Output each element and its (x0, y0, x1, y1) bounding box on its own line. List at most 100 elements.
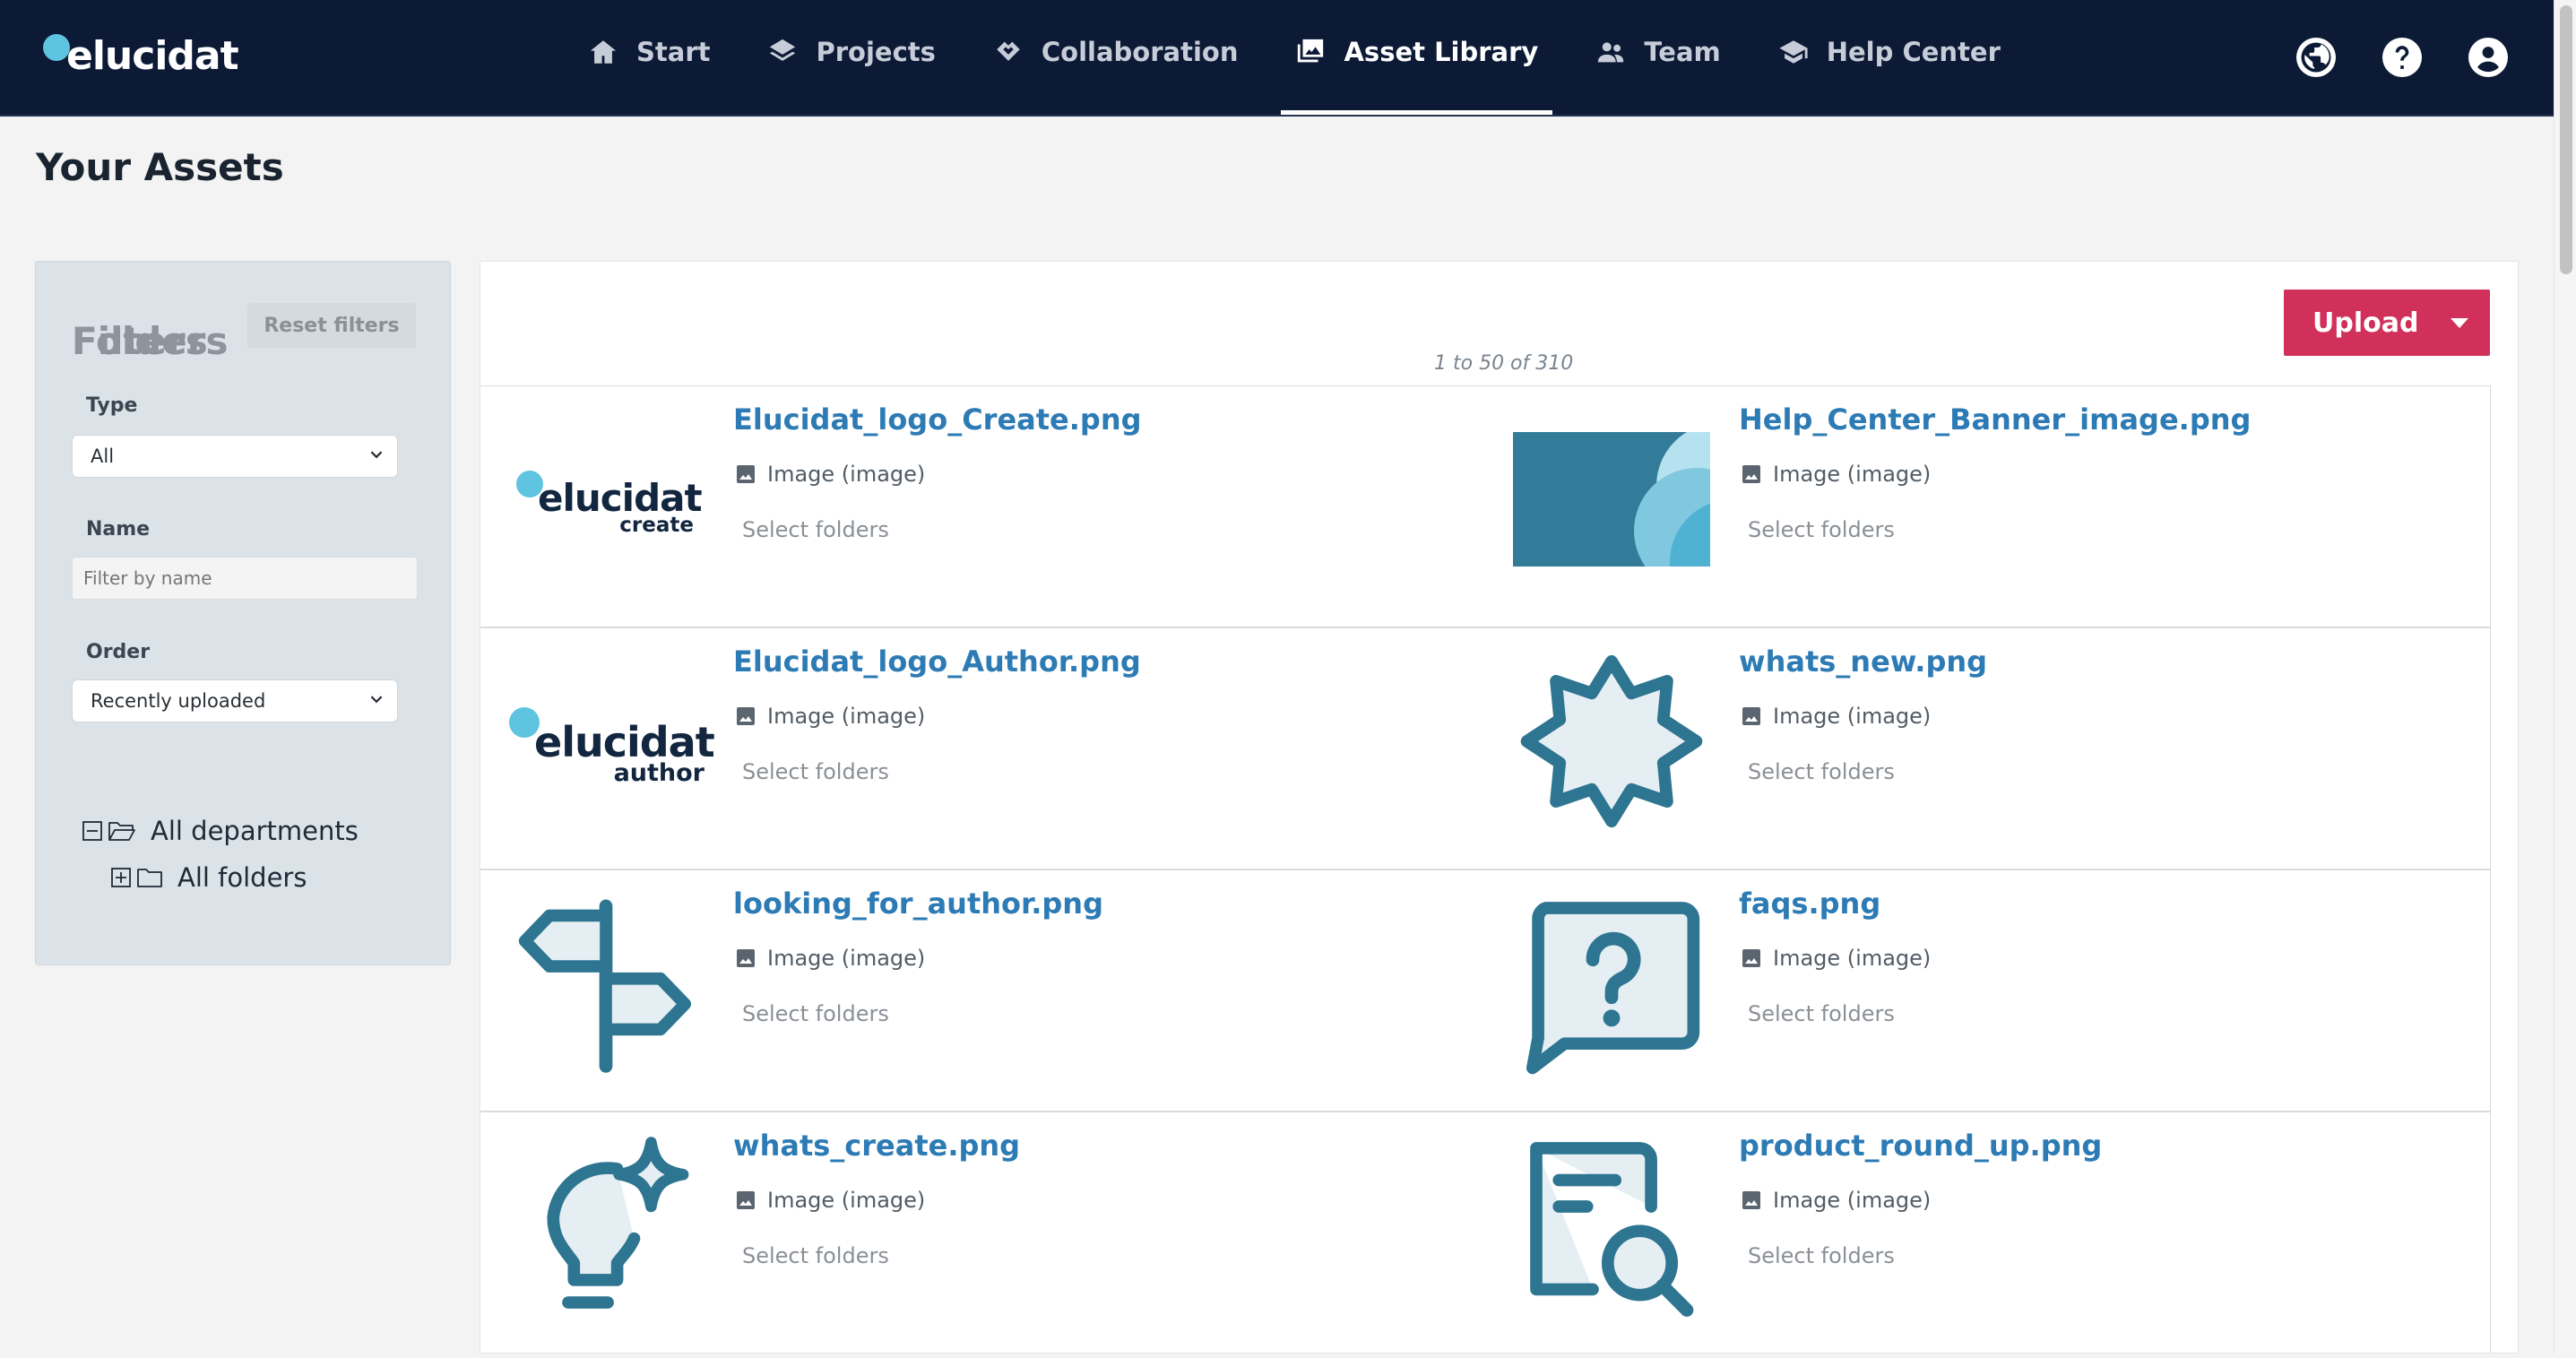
caret-down-icon (2451, 317, 2469, 328)
logo-text: elucidat (66, 33, 239, 79)
people-icon (1598, 42, 1624, 63)
asset-name-link[interactable]: faqs.png (1739, 887, 1880, 921)
help-icon[interactable] (2382, 38, 2422, 77)
top-navigation-bar: elucidat Start Projects Collaboration As… (0, 0, 2554, 117)
starburst-badge (1520, 654, 1703, 828)
asset-type: Image (image) (1741, 946, 1931, 971)
image-icon (1742, 1191, 1760, 1209)
list-divider (480, 385, 2490, 386)
asset-type: Image (image) (1741, 462, 1931, 487)
select-folders-link[interactable]: Select folders (1748, 759, 1895, 784)
lightbulb-sparkle (547, 1137, 689, 1309)
asset-thumbnail[interactable]: elucidat create (507, 401, 705, 598)
folder-icon (137, 869, 162, 887)
page-title: Your Assets (36, 145, 284, 189)
asset-thumbnail[interactable] (507, 885, 705, 1082)
asset-name-link[interactable]: whats_create.png (733, 1129, 1020, 1163)
image-icon (737, 1191, 755, 1209)
folders-heading: Folders (72, 319, 229, 363)
image-icon (737, 707, 755, 725)
reset-filters-button[interactable]: Reset filters (247, 303, 416, 348)
nav-help-center[interactable]: Help Center (1764, 0, 2015, 109)
elucidat-author-logo: elucidat author (507, 696, 715, 787)
graduation-cap-icon (1779, 40, 1808, 64)
nav-team-label: Team (1644, 37, 1721, 67)
order-select[interactable]: Recently uploaded (72, 679, 398, 722)
document-magnifier (1530, 1142, 1694, 1317)
select-folders-link[interactable]: Select folders (1748, 1001, 1895, 1026)
asset-thumbnail[interactable]: elucidat author (507, 643, 715, 840)
type-select-value: All (91, 445, 115, 467)
account-icon[interactable] (2468, 38, 2508, 77)
nav-help-center-label: Help Center (1826, 37, 2001, 67)
elucidat-logo[interactable]: elucidat (41, 30, 239, 84)
home-icon (590, 40, 617, 64)
nav-asset-library[interactable]: Asset Library (1281, 0, 1553, 115)
asset-card[interactable]: Help_Center_Banner_image.png Image (imag… (1513, 392, 2499, 632)
select-folders-link[interactable]: Select folders (1748, 517, 1895, 542)
nav-collaboration[interactable]: Collaboration (979, 0, 1253, 109)
select-folders-link[interactable]: Select folders (742, 517, 889, 542)
asset-name-link[interactable]: Help_Center_Banner_image.png (1739, 402, 2251, 437)
folder-open-icon (108, 822, 135, 841)
select-folders-link[interactable]: Select folders (742, 759, 889, 784)
asset-card[interactable]: whats_new.png Image (image) Select folde… (1513, 634, 2499, 874)
asset-type: Image (image) (735, 462, 925, 487)
image-library-icon (1298, 39, 1324, 63)
asset-card[interactable]: product_round_up.png Image (image) Selec… (1513, 1118, 2499, 1358)
select-folders-link[interactable]: Select folders (742, 1001, 889, 1026)
nav-collaboration-label: Collaboration (1041, 37, 1239, 67)
asset-thumbnail[interactable] (1513, 1127, 1710, 1324)
collapse-icon[interactable] (82, 821, 102, 841)
type-label: Type (86, 394, 138, 417)
order-label: Order (86, 641, 151, 663)
handshake-icon (997, 41, 1020, 61)
name-filter-input[interactable] (72, 557, 418, 600)
asset-thumbnail[interactable] (1513, 885, 1710, 1082)
select-folders-link[interactable]: Select folders (1748, 1243, 1895, 1268)
filters-panel: Filters Reset filters Type All Name Orde… (35, 261, 451, 965)
asset-name-link[interactable]: Elucidat_logo_Create.png (733, 402, 1142, 437)
order-select-value: Recently uploaded (91, 690, 266, 712)
asset-type: Image (image) (735, 946, 925, 971)
upload-button-label: Upload (2312, 307, 2419, 339)
nav-asset-library-label: Asset Library (1344, 37, 1539, 67)
nav-projects-label: Projects (816, 37, 936, 67)
upload-button[interactable]: Upload (2284, 290, 2490, 356)
tree-item-label: All departments (151, 816, 359, 846)
globe-icon[interactable] (2296, 38, 2336, 77)
expand-icon[interactable] (111, 868, 131, 887)
nav-projects[interactable]: Projects (753, 0, 949, 109)
asset-card[interactable]: whats_create.png Image (image) Select fo… (507, 1118, 1493, 1358)
image-icon (1742, 465, 1760, 483)
page-scrollbar[interactable] (2554, 0, 2576, 1354)
asset-card[interactable]: faqs.png Image (image) Select folders (1513, 876, 2499, 1116)
scrollbar-thumb[interactable] (2560, 5, 2572, 274)
asset-name-link[interactable]: product_round_up.png (1739, 1129, 2102, 1163)
asset-card[interactable]: looking_for_author.png Image (image) Sel… (507, 876, 1493, 1116)
nav-start[interactable]: Start (574, 0, 724, 109)
nav-team[interactable]: Team (1581, 0, 1734, 109)
asset-card[interactable]: elucidat create Elucidat_logo_Create.png… (507, 392, 1493, 632)
tree-item-all-departments[interactable]: All departments (82, 816, 359, 846)
asset-thumbnail[interactable] (1513, 401, 1710, 598)
asset-thumbnail[interactable] (1513, 643, 1710, 840)
signpost (518, 899, 692, 1073)
image-icon (1742, 707, 1760, 725)
asset-card[interactable]: elucidat author Elucidat_logo_Author.png… (507, 634, 1493, 874)
header-utilities (2296, 38, 2508, 77)
asset-type: Image (image) (1741, 1188, 1931, 1213)
asset-thumbnail[interactable] (507, 1127, 705, 1324)
asset-name-link[interactable]: whats_new.png (1739, 644, 1987, 679)
asset-name-link[interactable]: Elucidat_logo_Author.png (733, 644, 1141, 679)
tree-item-all-folders[interactable]: All folders (111, 862, 307, 893)
asset-type: Image (image) (735, 704, 925, 729)
name-label: Name (86, 518, 151, 541)
main-nav: Start Projects Collaboration Asset Libra… (574, 0, 2044, 115)
asset-name-link[interactable]: looking_for_author.png (733, 887, 1103, 921)
type-select[interactable]: All (72, 435, 398, 478)
image-icon (737, 949, 755, 967)
asset-type: Image (image) (735, 1188, 925, 1213)
select-folders-link[interactable]: Select folders (742, 1243, 889, 1268)
tree-item-label: All folders (177, 862, 307, 893)
